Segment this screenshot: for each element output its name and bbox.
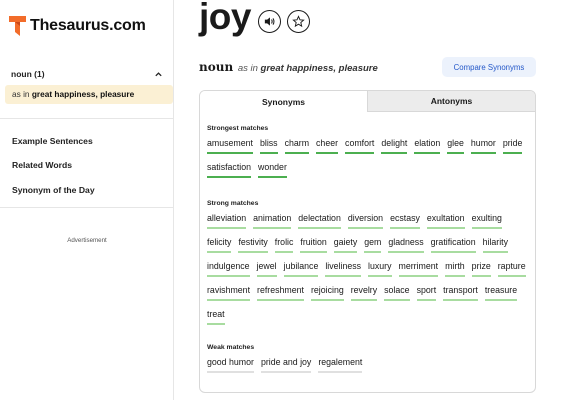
speaker-icon	[264, 17, 275, 26]
synonym-link[interactable]: gratification	[430, 237, 476, 253]
synonym-link[interactable]: alleviation	[207, 213, 247, 229]
synonym-link[interactable]: charm	[284, 138, 310, 154]
word-list-strong: alleviation animation delectation diversion…	[207, 213, 527, 325]
weak-matches-group: Weak matches good humor pride and joy rega…	[207, 344, 527, 373]
sidebar-divider	[0, 207, 174, 208]
synonym-link[interactable]: merriment	[398, 261, 439, 277]
synonym-link[interactable]: treat	[207, 309, 225, 325]
synonym-link[interactable]: wonder	[258, 162, 287, 178]
synonym-link[interactable]: jewel	[256, 261, 277, 277]
sense-item-selected[interactable]: as in great happiness, pleasure	[5, 85, 173, 104]
thesaurus-t-logo-icon	[9, 16, 26, 36]
sense-heading-label: noun (1)	[11, 69, 45, 79]
synonym-link[interactable]: amusement	[207, 138, 253, 154]
sidebar-link-synonym-of-the-day[interactable]: Synonym of the Day	[12, 185, 95, 195]
synonym-link[interactable]: glee	[447, 138, 464, 154]
synonym-link[interactable]: good humor	[207, 357, 254, 373]
synonym-link[interactable]: ecstasy	[390, 213, 420, 229]
sense-item-prefix: as in	[12, 89, 30, 99]
headword: joy	[199, 0, 251, 37]
synonym-link[interactable]: regalement	[318, 357, 363, 373]
synonym-link[interactable]: indulgence	[207, 261, 250, 277]
star-icon	[292, 15, 305, 28]
synonym-link[interactable]: delight	[381, 138, 408, 154]
synonym-link[interactable]: gladness	[388, 237, 424, 253]
group-title-strongest: Strongest matches	[207, 125, 269, 132]
synonym-link[interactable]: hilarity	[482, 237, 509, 253]
synonym-link[interactable]: solace	[384, 285, 410, 301]
synonym-link[interactable]: rejoicing	[310, 285, 344, 301]
tab-bar: Synonyms Antonyms	[200, 91, 535, 112]
synonym-link[interactable]: cheer	[316, 138, 339, 154]
strong-matches-group: Strong matches alleviation animation delec…	[207, 200, 527, 325]
synonym-link[interactable]: rapture	[497, 261, 526, 277]
synonym-link[interactable]: exulting	[471, 213, 502, 229]
chevron-up-icon[interactable]	[154, 70, 163, 79]
synonym-link[interactable]: sport	[416, 285, 437, 301]
sense-line: noun as in great happiness, pleasure	[199, 60, 378, 74]
strongest-matches-group: Strongest matches amusement bliss charm che…	[207, 125, 527, 178]
synonym-link[interactable]: prize	[471, 261, 491, 277]
synonym-link[interactable]: frolic	[274, 237, 294, 253]
synonym-link[interactable]: humor	[470, 138, 496, 154]
synonyms-card: Synonyms Antonyms Strongest matches amus…	[199, 90, 536, 393]
sidebar-divider	[0, 118, 174, 119]
word-list-strongest: amusement bliss charm cheer comfort delight el…	[207, 138, 527, 178]
synonym-link[interactable]: jubilance	[283, 261, 319, 277]
synonym-link[interactable]: felicity	[207, 237, 232, 253]
synonym-link[interactable]: treasure	[484, 285, 518, 301]
sidebar-link-example-sentences[interactable]: Example Sentences	[12, 136, 93, 146]
sense-prefix: as in	[237, 63, 258, 74]
sidebar-link-related-words[interactable]: Related Words	[12, 160, 72, 170]
word-list-weak: good humor pride and joy regalement	[207, 357, 527, 373]
synonym-link[interactable]: ravishment	[207, 285, 251, 301]
advertisement-label: Advertisement	[67, 237, 107, 244]
synonym-link[interactable]: refreshment	[257, 285, 304, 301]
synonym-link[interactable]: pride	[502, 138, 523, 154]
compare-synonyms-button[interactable]: Compare Synonyms	[442, 57, 536, 77]
synonym-link[interactable]: fruition	[300, 237, 327, 253]
synonym-link[interactable]: diversion	[347, 213, 384, 229]
synonym-link[interactable]: bliss	[259, 138, 278, 154]
synonym-link[interactable]: liveliness	[325, 261, 362, 277]
synonym-link[interactable]: elation	[414, 138, 441, 154]
synonym-link[interactable]: delectation	[298, 213, 341, 229]
part-of-speech: noun	[199, 60, 234, 74]
synonym-link[interactable]: satisfaction	[207, 162, 252, 178]
tab-synonyms[interactable]: Synonyms	[200, 91, 367, 112]
sense-phrase: great happiness, pleasure	[260, 63, 378, 74]
synonym-link[interactable]: comfort	[345, 138, 375, 154]
synonym-link[interactable]: gem	[364, 237, 382, 253]
group-title-weak: Weak matches	[207, 344, 255, 351]
synonym-link[interactable]: mirth	[445, 261, 465, 277]
tab-antonyms[interactable]: Antonyms	[367, 91, 535, 112]
synonym-link[interactable]: festivity	[238, 237, 268, 253]
sense-heading[interactable]: noun (1)	[11, 69, 163, 79]
sidebar: Thesaurus.com noun (1) as in great happi…	[0, 0, 174, 400]
synonym-link[interactable]: animation	[253, 213, 292, 229]
group-title-strong: Strong matches	[207, 200, 259, 207]
favorite-button[interactable]	[287, 10, 310, 33]
synonym-link[interactable]: revelry	[350, 285, 378, 301]
synonym-link[interactable]: pride and joy	[260, 357, 312, 373]
synonym-link[interactable]: exultation	[426, 213, 465, 229]
synonym-link[interactable]: gaiety	[333, 237, 358, 253]
synonym-link[interactable]: luxury	[368, 261, 392, 277]
sense-description: as in great happiness, pleasure	[238, 63, 378, 74]
site-name: Thesaurus.com	[30, 17, 146, 34]
synonym-link[interactable]: transport	[443, 285, 478, 301]
site-logo[interactable]: Thesaurus.com	[9, 16, 146, 36]
sense-item-phrase: great happiness, pleasure	[31, 89, 135, 99]
audio-button[interactable]	[258, 10, 281, 33]
